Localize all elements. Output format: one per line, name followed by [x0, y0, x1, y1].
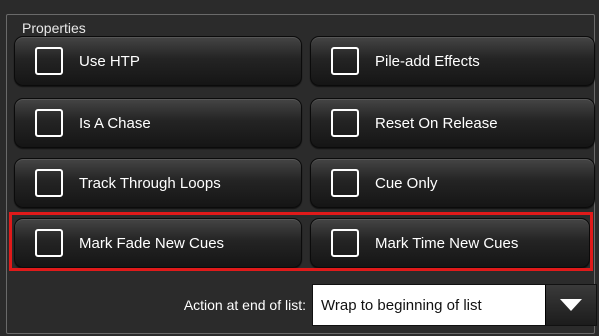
checkbox-icon	[331, 169, 359, 197]
cue-only-toggle[interactable]: Cue Only	[310, 158, 595, 208]
checkbox-icon	[35, 47, 63, 75]
checkbox-icon	[35, 229, 63, 257]
action-label: Action at end of list:	[183, 297, 306, 313]
mark-fade-new-cues-toggle[interactable]: Mark Fade New Cues	[14, 218, 302, 268]
mark-fade-new-cues-label: Mark Fade New Cues	[79, 234, 225, 252]
checkbox-icon	[35, 169, 63, 197]
track-through-loops-label: Track Through Loops	[79, 174, 221, 192]
action-row: Action at end of list: Wrap to beginning…	[0, 280, 599, 330]
checkbox-icon	[331, 229, 359, 257]
is-a-chase-toggle[interactable]: Is A Chase	[14, 98, 302, 148]
track-through-loops-toggle[interactable]: Track Through Loops	[14, 158, 302, 208]
use-htp-label: Use HTP	[79, 52, 140, 70]
checkbox-icon	[331, 47, 359, 75]
pile-add-effects-toggle[interactable]: Pile-add Effects	[310, 36, 595, 86]
properties-title: Properties	[19, 19, 89, 37]
mark-time-new-cues-label: Mark Time New Cues	[375, 234, 519, 252]
reset-on-release-label: Reset On Release	[375, 114, 498, 132]
checkbox-icon	[35, 109, 63, 137]
pile-add-effects-label: Pile-add Effects	[375, 52, 480, 70]
triangle-down-icon	[560, 299, 582, 311]
mark-time-new-cues-toggle[interactable]: Mark Time New Cues	[310, 218, 590, 268]
cue-only-label: Cue Only	[375, 174, 438, 192]
dropdown-button[interactable]	[545, 285, 596, 325]
reset-on-release-toggle[interactable]: Reset On Release	[310, 98, 595, 148]
is-a-chase-label: Is A Chase	[79, 114, 151, 132]
action-select-value: Wrap to beginning of list	[321, 296, 482, 314]
use-htp-toggle[interactable]: Use HTP	[14, 36, 302, 86]
action-select[interactable]: Wrap to beginning of list	[312, 284, 597, 326]
checkbox-icon	[331, 109, 359, 137]
